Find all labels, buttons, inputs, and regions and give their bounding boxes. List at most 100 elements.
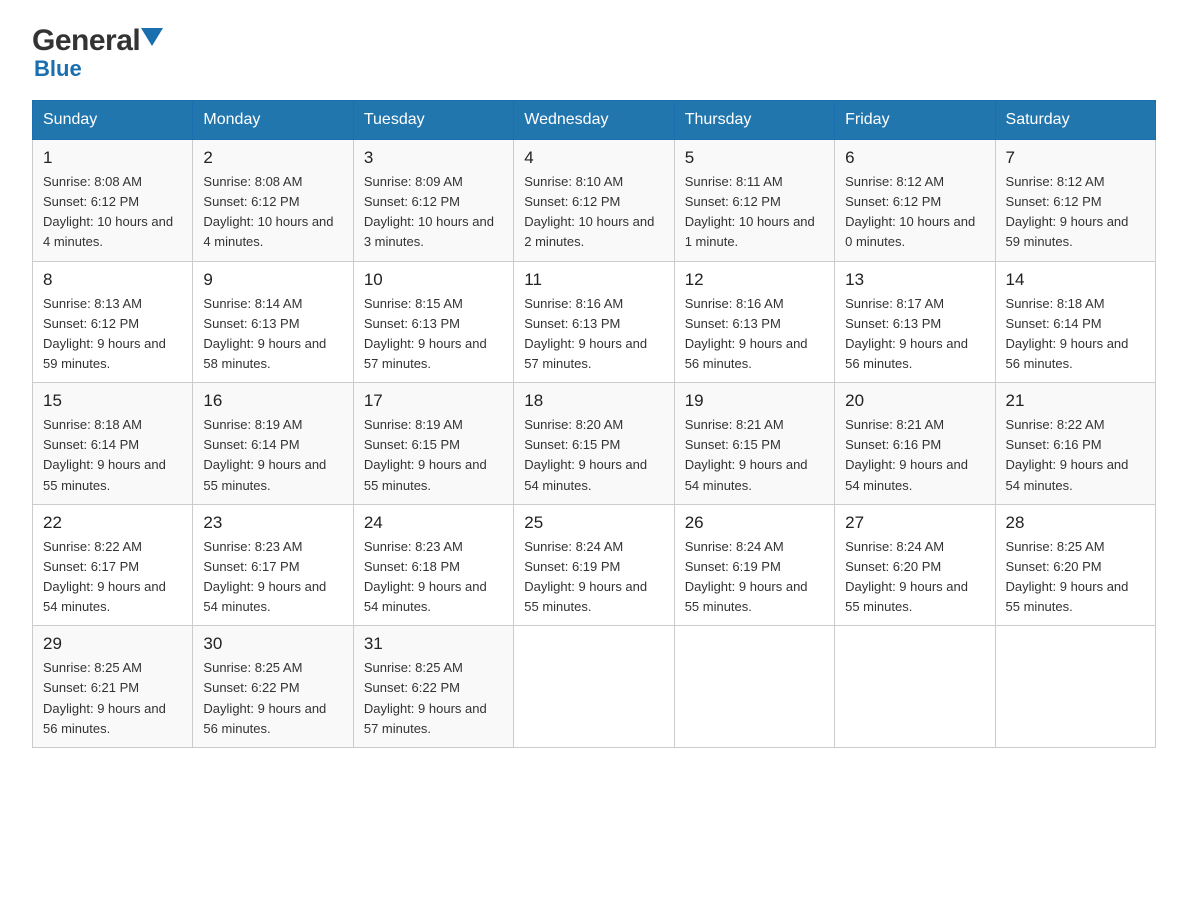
day-number: 7 [1006, 148, 1145, 168]
sunrise-label: Sunrise: 8:24 AM [685, 539, 784, 554]
calendar-week-row: 1 Sunrise: 8:08 AM Sunset: 6:12 PM Dayli… [33, 140, 1156, 262]
day-number: 15 [43, 391, 182, 411]
empty-day-cell [514, 626, 674, 748]
day-number: 20 [845, 391, 984, 411]
logo-triangle-icon [141, 28, 163, 46]
sunset-label: Sunset: 6:16 PM [1006, 437, 1102, 452]
day-cell-4: 4 Sunrise: 8:10 AM Sunset: 6:12 PM Dayli… [514, 140, 674, 262]
sunrise-label: Sunrise: 8:14 AM [203, 296, 302, 311]
calendar-header: SundayMondayTuesdayWednesdayThursdayFrid… [33, 101, 1156, 140]
day-cell-3: 3 Sunrise: 8:09 AM Sunset: 6:12 PM Dayli… [353, 140, 513, 262]
day-number: 2 [203, 148, 342, 168]
day-cell-27: 27 Sunrise: 8:24 AM Sunset: 6:20 PM Dayl… [835, 504, 995, 626]
day-number: 13 [845, 270, 984, 290]
sunrise-label: Sunrise: 8:21 AM [685, 417, 784, 432]
day-cell-31: 31 Sunrise: 8:25 AM Sunset: 6:22 PM Dayl… [353, 626, 513, 748]
sunset-label: Sunset: 6:15 PM [524, 437, 620, 452]
sunrise-label: Sunrise: 8:11 AM [685, 174, 783, 189]
weekday-header-thursday: Thursday [674, 101, 834, 140]
day-cell-28: 28 Sunrise: 8:25 AM Sunset: 6:20 PM Dayl… [995, 504, 1155, 626]
daylight-label: Daylight: 9 hours and 54 minutes. [1006, 457, 1129, 492]
day-info: Sunrise: 8:25 AM Sunset: 6:22 PM Dayligh… [364, 658, 503, 739]
day-cell-9: 9 Sunrise: 8:14 AM Sunset: 6:13 PM Dayli… [193, 261, 353, 383]
empty-day-cell [835, 626, 995, 748]
day-cell-12: 12 Sunrise: 8:16 AM Sunset: 6:13 PM Dayl… [674, 261, 834, 383]
day-number: 11 [524, 270, 663, 290]
sunrise-label: Sunrise: 8:25 AM [1006, 539, 1105, 554]
day-info: Sunrise: 8:17 AM Sunset: 6:13 PM Dayligh… [845, 294, 984, 375]
sunrise-label: Sunrise: 8:18 AM [43, 417, 142, 432]
sunset-label: Sunset: 6:12 PM [524, 194, 620, 209]
day-info: Sunrise: 8:11 AM Sunset: 6:12 PM Dayligh… [685, 172, 824, 253]
day-number: 5 [685, 148, 824, 168]
day-cell-5: 5 Sunrise: 8:11 AM Sunset: 6:12 PM Dayli… [674, 140, 834, 262]
sunset-label: Sunset: 6:14 PM [43, 437, 139, 452]
sunset-label: Sunset: 6:20 PM [1006, 559, 1102, 574]
day-info: Sunrise: 8:08 AM Sunset: 6:12 PM Dayligh… [43, 172, 182, 253]
daylight-label: Daylight: 10 hours and 4 minutes. [203, 214, 333, 249]
logo-blue-text: Blue [34, 56, 82, 82]
daylight-label: Daylight: 9 hours and 56 minutes. [43, 701, 166, 736]
day-cell-16: 16 Sunrise: 8:19 AM Sunset: 6:14 PM Dayl… [193, 383, 353, 505]
sunset-label: Sunset: 6:18 PM [364, 559, 460, 574]
sunrise-label: Sunrise: 8:23 AM [203, 539, 302, 554]
daylight-label: Daylight: 9 hours and 54 minutes. [685, 457, 808, 492]
day-cell-24: 24 Sunrise: 8:23 AM Sunset: 6:18 PM Dayl… [353, 504, 513, 626]
daylight-label: Daylight: 9 hours and 57 minutes. [364, 701, 487, 736]
day-number: 4 [524, 148, 663, 168]
day-cell-20: 20 Sunrise: 8:21 AM Sunset: 6:16 PM Dayl… [835, 383, 995, 505]
day-info: Sunrise: 8:21 AM Sunset: 6:16 PM Dayligh… [845, 415, 984, 496]
daylight-label: Daylight: 9 hours and 58 minutes. [203, 336, 326, 371]
day-cell-26: 26 Sunrise: 8:24 AM Sunset: 6:19 PM Dayl… [674, 504, 834, 626]
sunrise-label: Sunrise: 8:24 AM [524, 539, 623, 554]
day-info: Sunrise: 8:24 AM Sunset: 6:19 PM Dayligh… [524, 537, 663, 618]
daylight-label: Daylight: 10 hours and 0 minutes. [845, 214, 975, 249]
day-info: Sunrise: 8:13 AM Sunset: 6:12 PM Dayligh… [43, 294, 182, 375]
day-cell-21: 21 Sunrise: 8:22 AM Sunset: 6:16 PM Dayl… [995, 383, 1155, 505]
sunset-label: Sunset: 6:17 PM [203, 559, 299, 574]
day-cell-29: 29 Sunrise: 8:25 AM Sunset: 6:21 PM Dayl… [33, 626, 193, 748]
sunrise-label: Sunrise: 8:12 AM [845, 174, 944, 189]
daylight-label: Daylight: 9 hours and 55 minutes. [1006, 579, 1129, 614]
day-cell-2: 2 Sunrise: 8:08 AM Sunset: 6:12 PM Dayli… [193, 140, 353, 262]
sunset-label: Sunset: 6:13 PM [685, 316, 781, 331]
day-info: Sunrise: 8:19 AM Sunset: 6:14 PM Dayligh… [203, 415, 342, 496]
daylight-label: Daylight: 9 hours and 57 minutes. [524, 336, 647, 371]
weekday-header-wednesday: Wednesday [514, 101, 674, 140]
sunset-label: Sunset: 6:12 PM [43, 194, 139, 209]
sunrise-label: Sunrise: 8:16 AM [524, 296, 623, 311]
day-info: Sunrise: 8:09 AM Sunset: 6:12 PM Dayligh… [364, 172, 503, 253]
day-cell-22: 22 Sunrise: 8:22 AM Sunset: 6:17 PM Dayl… [33, 504, 193, 626]
sunset-label: Sunset: 6:12 PM [1006, 194, 1102, 209]
day-cell-30: 30 Sunrise: 8:25 AM Sunset: 6:22 PM Dayl… [193, 626, 353, 748]
daylight-label: Daylight: 9 hours and 54 minutes. [524, 457, 647, 492]
daylight-label: Daylight: 10 hours and 2 minutes. [524, 214, 654, 249]
day-number: 31 [364, 634, 503, 654]
weekday-header-saturday: Saturday [995, 101, 1155, 140]
day-number: 27 [845, 513, 984, 533]
day-cell-25: 25 Sunrise: 8:24 AM Sunset: 6:19 PM Dayl… [514, 504, 674, 626]
day-cell-10: 10 Sunrise: 8:15 AM Sunset: 6:13 PM Dayl… [353, 261, 513, 383]
sunset-label: Sunset: 6:17 PM [43, 559, 139, 574]
day-cell-18: 18 Sunrise: 8:20 AM Sunset: 6:15 PM Dayl… [514, 383, 674, 505]
day-info: Sunrise: 8:22 AM Sunset: 6:17 PM Dayligh… [43, 537, 182, 618]
sunrise-label: Sunrise: 8:08 AM [43, 174, 142, 189]
day-number: 18 [524, 391, 663, 411]
day-info: Sunrise: 8:12 AM Sunset: 6:12 PM Dayligh… [1006, 172, 1145, 253]
day-info: Sunrise: 8:16 AM Sunset: 6:13 PM Dayligh… [685, 294, 824, 375]
day-info: Sunrise: 8:16 AM Sunset: 6:13 PM Dayligh… [524, 294, 663, 375]
day-number: 3 [364, 148, 503, 168]
day-number: 30 [203, 634, 342, 654]
sunset-label: Sunset: 6:21 PM [43, 680, 139, 695]
day-info: Sunrise: 8:25 AM Sunset: 6:22 PM Dayligh… [203, 658, 342, 739]
sunrise-label: Sunrise: 8:20 AM [524, 417, 623, 432]
day-cell-7: 7 Sunrise: 8:12 AM Sunset: 6:12 PM Dayli… [995, 140, 1155, 262]
sunrise-label: Sunrise: 8:22 AM [1006, 417, 1105, 432]
daylight-label: Daylight: 9 hours and 55 minutes. [43, 457, 166, 492]
sunset-label: Sunset: 6:13 PM [845, 316, 941, 331]
day-number: 28 [1006, 513, 1145, 533]
sunrise-label: Sunrise: 8:21 AM [845, 417, 944, 432]
day-number: 16 [203, 391, 342, 411]
weekday-header-tuesday: Tuesday [353, 101, 513, 140]
day-number: 24 [364, 513, 503, 533]
